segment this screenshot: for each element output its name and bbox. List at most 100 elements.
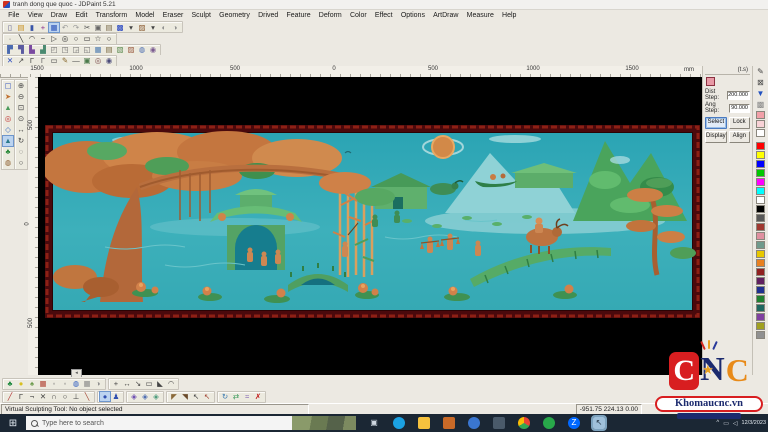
swatch-navy[interactable] bbox=[756, 286, 765, 294]
swatch-green[interactable] bbox=[756, 169, 765, 177]
zoom-out-icon[interactable]: ⊖ bbox=[16, 92, 26, 102]
light-on-icon[interactable]: ◐ bbox=[159, 23, 169, 32]
sphere-brush1-icon[interactable]: ◈ bbox=[129, 392, 139, 401]
crosshair-icon[interactable]: + bbox=[38, 23, 48, 32]
knife2-icon[interactable]: ╲ bbox=[82, 392, 92, 401]
panel-tab-label[interactable]: (t.s) bbox=[705, 67, 750, 75]
full-view-icon[interactable]: ○ bbox=[16, 158, 26, 168]
star-tool-icon[interactable]: ☆ bbox=[93, 34, 103, 43]
lock-button[interactable]: Lock bbox=[729, 117, 750, 129]
app-green-icon[interactable] bbox=[543, 417, 555, 429]
curve-tool-icon[interactable]: ~ bbox=[38, 34, 48, 43]
menu-view[interactable]: View bbox=[23, 12, 46, 19]
slope-icon[interactable]: ◣ bbox=[155, 379, 165, 388]
swatch-orange[interactable] bbox=[756, 259, 765, 267]
smooth-brush-icon[interactable]: ✎ bbox=[60, 56, 70, 65]
checker-icon[interactable]: ▩ bbox=[755, 100, 766, 110]
surface-texture-icon[interactable]: ▨ bbox=[126, 45, 136, 54]
tree-green-icon[interactable]: ♣ bbox=[5, 379, 15, 388]
wave-icon[interactable]: ≈ bbox=[242, 392, 252, 401]
rect-tool-icon[interactable]: ▭ bbox=[82, 34, 92, 43]
zoom-fit-icon[interactable]: ⊙ bbox=[16, 114, 26, 124]
task-view-button[interactable]: ▣ bbox=[368, 417, 380, 429]
small-dot2-icon[interactable]: ◦ bbox=[60, 379, 70, 388]
copy-icon[interactable]: ▣ bbox=[93, 23, 103, 32]
circle-tool-icon[interactable]: ◎ bbox=[60, 34, 70, 43]
chrome-icon[interactable] bbox=[518, 417, 530, 429]
mirror-icon[interactable]: ⇄ bbox=[231, 392, 241, 401]
small-dot1-icon[interactable]: ◦ bbox=[49, 379, 59, 388]
swatch-blue[interactable] bbox=[756, 160, 765, 168]
pick2-icon[interactable]: ↖ bbox=[202, 392, 212, 401]
swatch-yellow[interactable] bbox=[756, 151, 765, 159]
swatch-cyan[interactable] bbox=[756, 187, 765, 195]
fill-color-dropdown[interactable]: ▾ bbox=[126, 23, 136, 32]
light-off-icon[interactable]: ◑ bbox=[170, 23, 180, 32]
zoom-window-icon[interactable]: ⊡ bbox=[16, 103, 26, 113]
terrain-icon[interactable]: ▲ bbox=[3, 103, 13, 113]
pan-icon[interactable]: ↔ bbox=[16, 125, 26, 135]
bound-rect-icon[interactable]: ▭ bbox=[49, 56, 59, 65]
drag-icon[interactable]: ↘ bbox=[133, 379, 143, 388]
redo-icon[interactable]: ↷ bbox=[71, 23, 81, 32]
canvas-viewport[interactable]: ◂ bbox=[38, 77, 702, 375]
surface-trim-icon[interactable]: ◳ bbox=[60, 45, 70, 54]
people-icon[interactable] bbox=[468, 417, 480, 429]
menu-transform[interactable]: Transform bbox=[91, 12, 131, 19]
menu-draw[interactable]: Draw bbox=[47, 12, 72, 19]
surface-loft-icon[interactable]: ▜ bbox=[16, 45, 26, 54]
swatch-brown[interactable] bbox=[756, 223, 765, 231]
stretch-icon[interactable]: ↔ bbox=[122, 379, 132, 388]
bulb-icon[interactable]: ● bbox=[16, 379, 26, 388]
swatch-violet[interactable] bbox=[756, 313, 765, 321]
store-icon[interactable] bbox=[443, 417, 455, 429]
material-grid-icon[interactable]: ▦ bbox=[38, 379, 48, 388]
align-button[interactable]: Align bbox=[729, 131, 750, 143]
erase-node-icon[interactable]: ✕ bbox=[38, 392, 48, 401]
swatch-graygreen[interactable] bbox=[756, 241, 765, 249]
ang-step-field[interactable]: 90.000 bbox=[729, 104, 750, 113]
edge-icon[interactable] bbox=[393, 417, 405, 429]
menu-artdraw[interactable]: ArtDraw bbox=[429, 12, 462, 19]
sculpt-knife-icon[interactable]: ➤ bbox=[3, 92, 13, 102]
material-icon[interactable]: ▨ bbox=[137, 23, 147, 32]
start-button[interactable]: ⊞ bbox=[0, 414, 26, 432]
point-mode-icon[interactable]: ● bbox=[100, 392, 110, 401]
new-file-icon[interactable]: ▯ bbox=[5, 23, 15, 32]
ink-icon[interactable]: ▼ bbox=[755, 89, 766, 99]
table-icon[interactable]: ▦ bbox=[82, 379, 92, 388]
grid-view-icon[interactable]: ▦ bbox=[49, 23, 59, 32]
swatch-gray[interactable] bbox=[756, 331, 765, 339]
pick1-icon[interactable]: ↖ bbox=[191, 392, 201, 401]
open-file-icon[interactable]: ▤ bbox=[16, 23, 26, 32]
swatch-white[interactable] bbox=[756, 129, 765, 137]
swatch-lightpink[interactable] bbox=[756, 120, 765, 128]
dist-step-field[interactable]: 200.000 bbox=[727, 91, 750, 100]
sphere-brush3-icon[interactable]: ◈ bbox=[151, 392, 161, 401]
surface-net-icon[interactable]: ▤ bbox=[104, 45, 114, 54]
leaf-icon[interactable]: ♠ bbox=[27, 379, 37, 388]
delete-model-icon[interactable]: ✕ bbox=[5, 56, 15, 65]
swatch-red[interactable] bbox=[756, 142, 765, 150]
menu-model[interactable]: Model bbox=[131, 12, 158, 19]
lamp-icon[interactable]: ◑ bbox=[93, 379, 103, 388]
jdpaint-taskbar-icon[interactable]: ↖ bbox=[593, 417, 605, 429]
menu-edit[interactable]: Edit bbox=[71, 12, 91, 19]
swatch-magenta[interactable] bbox=[756, 178, 765, 186]
select-frame-icon[interactable]: ▢ bbox=[3, 81, 13, 91]
swatch-darkred[interactable] bbox=[756, 268, 765, 276]
pencil-icon[interactable]: ✎ bbox=[755, 67, 766, 77]
swatch-pink[interactable] bbox=[756, 111, 765, 119]
swatch-forest[interactable] bbox=[756, 295, 765, 303]
rotate-view-icon[interactable]: ↻ bbox=[16, 136, 26, 146]
ellipse-tool-icon[interactable]: ○ bbox=[71, 34, 81, 43]
image-icon[interactable]: ▣ bbox=[82, 56, 92, 65]
menu-color[interactable]: Color bbox=[346, 12, 371, 19]
calculator-icon[interactable] bbox=[493, 417, 505, 429]
layer-color-chip[interactable] bbox=[706, 77, 715, 86]
relief2-icon[interactable]: ◉ bbox=[104, 56, 114, 65]
display-button[interactable]: Display bbox=[705, 131, 727, 143]
flat-brush2-icon[interactable]: ◥ bbox=[180, 392, 190, 401]
swatch-gold[interactable] bbox=[756, 250, 765, 258]
select-button[interactable]: Select bbox=[705, 117, 727, 129]
